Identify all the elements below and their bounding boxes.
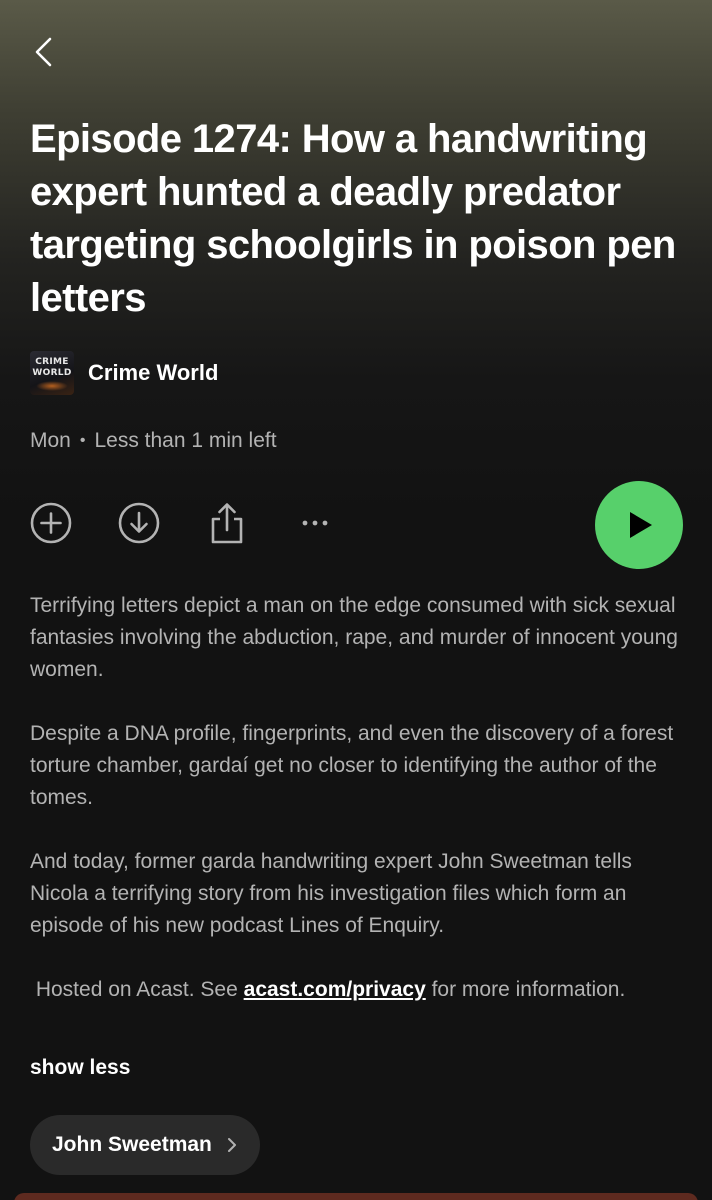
- download-button[interactable]: [116, 500, 162, 546]
- episode-title: Episode 1274: How a handwriting expert h…: [30, 117, 676, 320]
- show-link[interactable]: CRIME WORLD Crime World: [30, 350, 218, 396]
- show-artwork-text-bottom: WORLD: [32, 368, 72, 378]
- hosted-notice: Hosted on Acast. See acast.com/privacy f…: [30, 974, 690, 1006]
- description-paragraph-1: Terrifying letters depict a man on the e…: [30, 594, 678, 681]
- episode-day: Mon: [30, 429, 71, 452]
- show-artwork: CRIME WORLD: [30, 351, 74, 395]
- plus-circle-icon: [30, 502, 72, 544]
- show-name: Crime World: [88, 360, 219, 385]
- download-circle-icon: [118, 502, 160, 544]
- add-to-library-button[interactable]: [28, 500, 74, 546]
- hosted-suffix: for more information.: [425, 978, 626, 1001]
- episode-actions: [28, 497, 338, 549]
- description-paragraph-2: Despite a DNA profile, fingerprints, and…: [30, 722, 674, 809]
- description-paragraph-3: And today, former garda handwriting expe…: [30, 850, 632, 937]
- acast-privacy-link[interactable]: acast.com/privacy: [244, 978, 426, 1001]
- person-chip[interactable]: John Sweetman: [30, 1115, 260, 1175]
- more-dots-icon: [302, 520, 328, 526]
- share-icon: [211, 503, 243, 544]
- hosted-prefix: Hosted on Acast. See: [30, 978, 244, 1001]
- show-artwork-text-top: CRIME: [35, 357, 69, 367]
- episode-page: Episode 1274: How a handwriting expert h…: [0, 0, 712, 1200]
- back-button[interactable]: [26, 30, 62, 74]
- meta-separator: •: [79, 432, 86, 449]
- more-options-button[interactable]: [292, 500, 338, 546]
- play-button[interactable]: [595, 481, 683, 569]
- mini-player-edge[interactable]: [14, 1193, 698, 1200]
- episode-time-left: Less than 1 min left: [94, 429, 277, 452]
- share-button[interactable]: [204, 500, 250, 546]
- episode-meta: Mon • Less than 1 min left: [30, 425, 277, 457]
- chevron-right-icon: [226, 1136, 238, 1154]
- show-less-button[interactable]: show less: [30, 1052, 130, 1084]
- episode-description: Terrifying letters depict a man on the e…: [30, 590, 690, 1006]
- show-artwork-glow: [36, 381, 68, 391]
- play-icon: [630, 512, 652, 538]
- person-chip-label: John Sweetman: [52, 1133, 212, 1156]
- chevron-left-icon: [35, 37, 52, 67]
